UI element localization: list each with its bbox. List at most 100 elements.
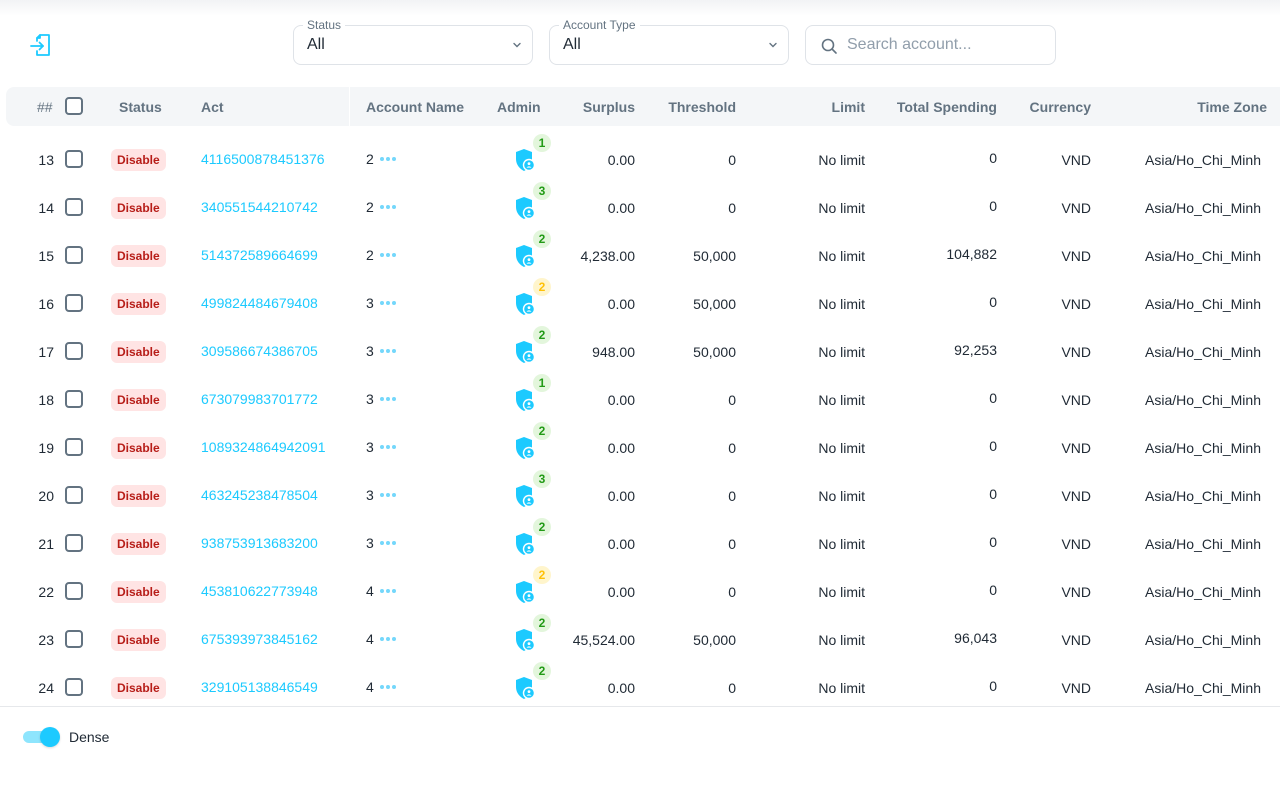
more-options-icon[interactable]: [379, 247, 397, 261]
act-id-link[interactable]: 340551544210742: [201, 199, 318, 215]
admin-indicator[interactable]: 2: [512, 566, 552, 610]
more-options-icon[interactable]: [379, 439, 397, 453]
more-options-icon[interactable]: [379, 295, 397, 309]
admin-indicator[interactable]: 2: [512, 662, 552, 706]
more-options-icon[interactable]: [379, 583, 397, 597]
admin-shield-icon: [516, 581, 536, 604]
surplus-value: 0.00: [607, 536, 635, 552]
row-checkbox[interactable]: [65, 582, 83, 600]
row-checkbox[interactable]: [65, 630, 83, 648]
admin-shield-icon: [516, 149, 536, 172]
act-id-link[interactable]: 938753913683200: [201, 535, 318, 551]
currency-value: VND: [1061, 152, 1091, 168]
account-name-value: 4: [366, 631, 374, 647]
row-index: 24: [38, 680, 54, 696]
act-id-link[interactable]: 514372589664699: [201, 247, 318, 263]
row-checkbox[interactable]: [65, 342, 83, 360]
currency-value: VND: [1061, 440, 1091, 456]
surplus-value: 0.00: [607, 584, 635, 600]
total-spending-value: 0: [989, 678, 997, 694]
act-id-link[interactable]: 673079983701772: [201, 391, 318, 407]
column-header-total-spending[interactable]: Total Spending: [897, 99, 997, 115]
admin-indicator[interactable]: 2: [512, 278, 552, 322]
total-spending-value: 0: [989, 534, 997, 550]
act-id-link[interactable]: 675393973845162: [201, 631, 318, 647]
status-filter-select[interactable]: Status All: [293, 18, 533, 65]
table-row: 14 Disable 340551544210742 2 3 0.00 0 No…: [0, 182, 1280, 232]
currency-value: VND: [1061, 344, 1091, 360]
select-all-checkbox[interactable]: [65, 97, 83, 115]
more-options-icon[interactable]: [379, 391, 397, 405]
threshold-value: 50,000: [693, 344, 736, 360]
table-header: ## Status Act Account Name Admin Surplus…: [6, 87, 1280, 126]
row-checkbox[interactable]: [65, 678, 83, 696]
act-id-link[interactable]: 463245238478504: [201, 487, 318, 503]
row-checkbox[interactable]: [65, 438, 83, 456]
account-name-value: 3: [366, 343, 374, 359]
act-id-link[interactable]: 499824484679408: [201, 295, 318, 311]
admin-shield-icon: [516, 197, 536, 220]
total-spending-value: 0: [989, 198, 997, 214]
row-checkbox[interactable]: [65, 534, 83, 552]
table-row: 16 Disable 499824484679408 3 2 0.00 50,0…: [0, 278, 1280, 328]
threshold-value: 0: [728, 392, 736, 408]
chevron-down-icon: [513, 42, 521, 48]
more-options-icon[interactable]: [379, 199, 397, 213]
dense-toggle[interactable]: [23, 727, 61, 747]
search-field[interactable]: [805, 25, 1056, 65]
admin-shield-icon: [516, 677, 536, 700]
admin-indicator[interactable]: 3: [512, 182, 552, 226]
act-id-link[interactable]: 453810622773948: [201, 583, 318, 599]
admin-shield-icon: [516, 341, 536, 364]
surplus-value: 0.00: [607, 392, 635, 408]
search-input[interactable]: [847, 34, 1047, 56]
more-options-icon[interactable]: [379, 151, 397, 165]
column-header-surplus[interactable]: Surplus: [583, 99, 635, 115]
act-id-link[interactable]: 309586674386705: [201, 343, 318, 359]
row-checkbox[interactable]: [65, 390, 83, 408]
admin-shield-icon: [516, 533, 536, 556]
account-type-filter-select[interactable]: Account Type All: [549, 18, 789, 65]
column-header-currency[interactable]: Currency: [1030, 99, 1091, 115]
time-zone-value: Asia/Ho_Chi_Minh: [1145, 344, 1261, 360]
more-options-icon[interactable]: [379, 487, 397, 501]
table-row: 19 Disable 1089324864942091 3 2 0.00 0 N…: [0, 422, 1280, 472]
column-header-limit[interactable]: Limit: [832, 99, 865, 115]
admin-indicator[interactable]: 2: [512, 614, 552, 658]
admin-indicator[interactable]: 1: [512, 134, 552, 178]
column-header-status[interactable]: Status: [119, 99, 162, 115]
row-checkbox[interactable]: [65, 486, 83, 504]
admin-indicator[interactable]: 2: [512, 518, 552, 562]
row-checkbox[interactable]: [65, 246, 83, 264]
row-checkbox[interactable]: [65, 150, 83, 168]
status-badge: Disable: [111, 197, 166, 219]
total-spending-value: 96,043: [954, 630, 997, 646]
surplus-value: 948.00: [592, 344, 635, 360]
admin-indicator[interactable]: 2: [512, 326, 552, 370]
export-button[interactable]: [28, 33, 54, 59]
admin-indicator[interactable]: 2: [512, 230, 552, 274]
row-checkbox[interactable]: [65, 198, 83, 216]
column-header-act[interactable]: Act: [201, 99, 224, 115]
more-options-icon[interactable]: [379, 631, 397, 645]
admin-indicator[interactable]: 2: [512, 422, 552, 466]
column-header-time-zone[interactable]: Time Zone: [1197, 99, 1267, 115]
admin-indicator[interactable]: 1: [512, 374, 552, 418]
act-id-link[interactable]: 4116500878451376: [201, 151, 325, 167]
account-name-value: 3: [366, 535, 374, 551]
act-id-link[interactable]: 1089324864942091: [201, 439, 326, 455]
row-checkbox[interactable]: [65, 294, 83, 312]
row-index: 14: [38, 200, 54, 216]
threshold-value: 50,000: [693, 632, 736, 648]
time-zone-value: Asia/Ho_Chi_Minh: [1145, 440, 1261, 456]
column-header-admin[interactable]: Admin: [497, 99, 541, 115]
more-options-icon[interactable]: [379, 343, 397, 357]
column-header-account-name[interactable]: Account Name: [366, 99, 464, 115]
admin-indicator[interactable]: 3: [512, 470, 552, 514]
act-id-link[interactable]: 329105138846549: [201, 679, 318, 695]
currency-value: VND: [1061, 200, 1091, 216]
more-options-icon[interactable]: [379, 535, 397, 549]
more-options-icon[interactable]: [379, 679, 397, 693]
threshold-value: 0: [728, 584, 736, 600]
column-header-threshold[interactable]: Threshold: [668, 99, 736, 115]
